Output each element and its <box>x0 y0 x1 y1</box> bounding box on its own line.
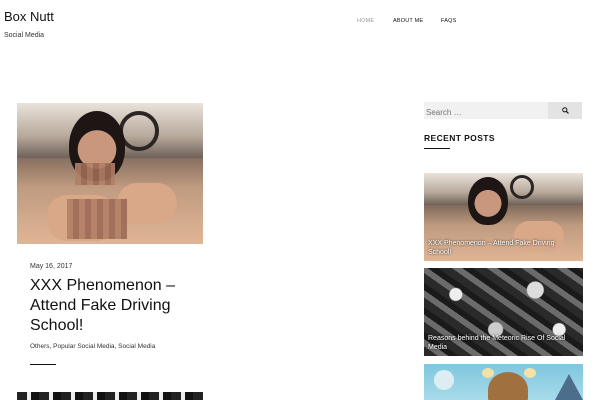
recent-posts-title: RECENT POSTS <box>424 133 495 143</box>
search-field <box>424 102 548 121</box>
post-categories-links[interactable]: Others, Popular Social Media, Social Med… <box>30 343 155 350</box>
post-divider <box>30 364 56 365</box>
search-input[interactable] <box>424 104 544 121</box>
post-date[interactable]: May 16, 2017 <box>30 263 72 270</box>
recent-post-item[interactable] <box>424 364 583 400</box>
next-post-thumbnail[interactable] <box>17 392 203 400</box>
main-nav: HOME ABOUT ME FAQS <box>0 18 600 28</box>
recent-post-item[interactable]: Reasons behind the Meteoric Rise Of Soci… <box>424 268 583 356</box>
post-thumbnail[interactable] <box>17 103 203 244</box>
post-categories: Others, Popular Social Media, Social Med… <box>30 343 155 350</box>
post-title[interactable]: XXX Phenomenon – Attend Fake Driving Sch… <box>30 276 200 336</box>
search-icon <box>561 107 569 114</box>
post-image <box>17 103 203 244</box>
search-button[interactable] <box>548 102 582 119</box>
site-tagline: Social Media <box>4 32 45 39</box>
recent-post-title[interactable]: XXX Phenomenon – Attend Fake Driving Sch… <box>428 239 577 257</box>
nav-item-home[interactable]: HOME <box>357 18 374 24</box>
widget-divider <box>424 148 450 149</box>
recent-post-image <box>424 364 583 400</box>
nav-item-faqs[interactable]: FAQS <box>441 18 456 24</box>
nav-item-about-me[interactable]: ABOUT ME <box>393 18 423 24</box>
recent-post-title[interactable]: Reasons behind the Meteoric Rise Of Soci… <box>428 334 577 352</box>
recent-post-item[interactable]: XXX Phenomenon – Attend Fake Driving Sch… <box>424 173 583 261</box>
